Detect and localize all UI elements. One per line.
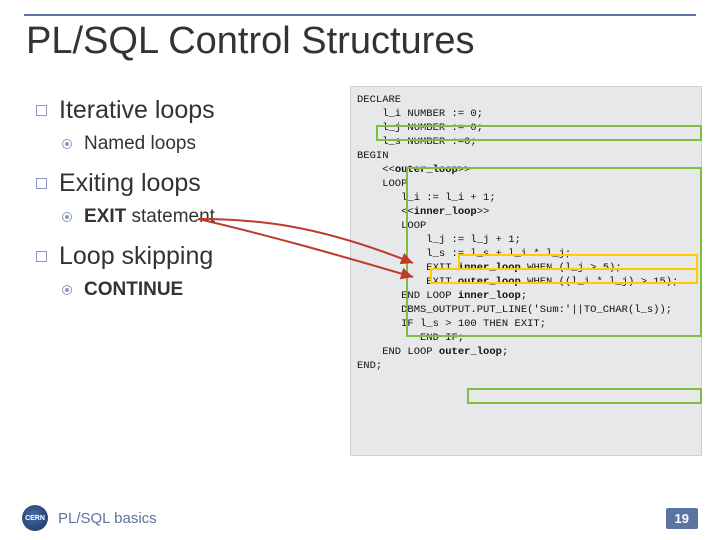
bullet-icon xyxy=(36,251,47,262)
subbullet-icon xyxy=(62,285,72,295)
bullet-exit-stmt: EXIT statement xyxy=(84,206,215,228)
bullet-content: Iterative loops Named loops Exiting loop… xyxy=(36,90,336,315)
slide: PL/SQL Control Structures Iterative loop… xyxy=(0,0,720,540)
title-rule xyxy=(24,14,696,16)
subbullet-icon xyxy=(62,139,72,149)
page-number: 19 xyxy=(666,508,698,529)
page-title: PL/SQL Control Structures xyxy=(26,20,474,63)
logo-icon: CERN xyxy=(22,505,48,531)
highlight-exit-outer xyxy=(430,268,698,284)
subbullet-icon xyxy=(62,212,72,222)
bullet-skipping: Loop skipping xyxy=(59,242,213,271)
bullet-icon xyxy=(36,105,47,116)
bullet-iterative: Iterative loops xyxy=(59,96,215,125)
footer-text: PL/SQL basics xyxy=(58,510,157,527)
highlight-outer-open xyxy=(376,125,702,141)
highlight-outer-close xyxy=(467,388,702,404)
bullet-continue: CONTINUE xyxy=(84,279,183,301)
highlight-inner-loop xyxy=(406,167,702,337)
footer: CERN PL/SQL basics 19 xyxy=(0,496,720,540)
bullet-named: Named loops xyxy=(84,133,196,155)
bullet-icon xyxy=(36,178,47,189)
bullet-exiting: Exiting loops xyxy=(59,169,201,198)
